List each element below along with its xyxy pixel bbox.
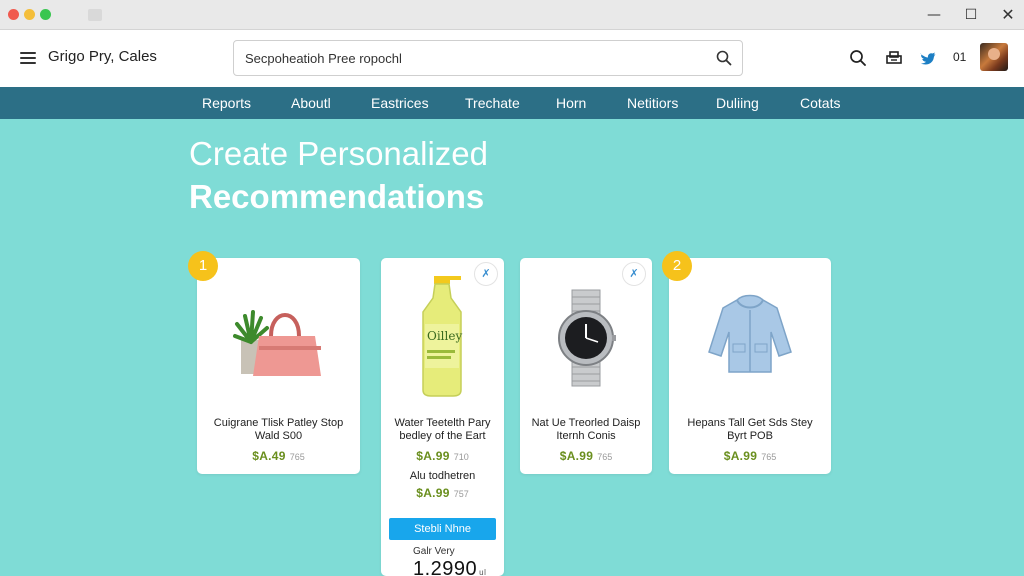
hero-title-line2: Recommendations bbox=[189, 178, 485, 215]
minimize-dot-icon[interactable] bbox=[24, 9, 35, 20]
secondary-price: $A.99 bbox=[416, 486, 450, 500]
old-price: 765 bbox=[289, 452, 305, 462]
product-card[interactable]: ✗ Nat Ue Treorled Daisp Iternh Conis $A.… bbox=[520, 258, 652, 474]
secondary-price-row: $A.99 757 bbox=[381, 486, 504, 500]
secondary-title: Alu todhetren bbox=[409, 470, 476, 482]
zoom-dot-icon[interactable] bbox=[40, 9, 51, 20]
twitter-icon[interactable] bbox=[917, 48, 937, 68]
svg-text:Oilley: Oilley bbox=[427, 329, 462, 343]
nav-item-about[interactable]: Aboutl bbox=[291, 95, 331, 111]
nav-item-cotats[interactable]: Cotats bbox=[800, 95, 840, 111]
old-price: 765 bbox=[761, 452, 777, 462]
product-price: $A.99 bbox=[416, 449, 450, 463]
favorite-icon[interactable]: ✗ bbox=[474, 262, 498, 286]
price-row: $A.99 765 bbox=[669, 449, 831, 463]
avatar[interactable] bbox=[980, 43, 1008, 71]
old-price: 710 bbox=[453, 452, 469, 462]
jacket-image bbox=[708, 294, 792, 373]
window-titlebar: — ☐ ✕ bbox=[0, 0, 1024, 30]
product-card[interactable]: Cuigrane Tlisk Patley Stop Wald S00 $A.4… bbox=[197, 258, 360, 474]
secondary-old-price: 757 bbox=[453, 489, 469, 499]
close-button[interactable]: ✕ bbox=[997, 4, 1019, 26]
product-price: $A.99 bbox=[559, 449, 594, 463]
product-subtitle: Iternh Conis bbox=[556, 430, 616, 442]
nav-item-netitiors[interactable]: Netitiors bbox=[627, 95, 678, 111]
notification-count[interactable]: 01 bbox=[953, 50, 966, 64]
product-title: Nat Ue Treorled Daisp bbox=[531, 417, 641, 429]
nav-item-eastrices[interactable]: Eastrices bbox=[371, 95, 429, 111]
quantity-label: Galr Very bbox=[413, 546, 455, 557]
brand-name[interactable]: Grigo Pry, Cales bbox=[48, 48, 157, 65]
quantity-value: 1.2990 ul bbox=[413, 558, 486, 576]
oil-bottle-image: Oilley bbox=[422, 276, 462, 397]
product-price: $A.99 bbox=[723, 449, 758, 463]
product-card[interactable]: Hepans Tall Get Sds Stey Byrt POB $A.99 7… bbox=[669, 258, 831, 474]
quantity-unit: ul bbox=[479, 568, 487, 576]
nav-item-trechate[interactable]: Trechate bbox=[465, 95, 520, 111]
old-price: 765 bbox=[597, 452, 613, 462]
product-card[interactable]: ✗ Oilley Water Teetelth Pary bedley of t… bbox=[381, 258, 504, 576]
rank-badge: 1 bbox=[188, 251, 218, 281]
product-price: $A.49 bbox=[252, 449, 286, 463]
search-icon[interactable] bbox=[716, 50, 732, 66]
search-icon[interactable] bbox=[848, 48, 868, 68]
product-subtitle: Wald S00 bbox=[254, 430, 303, 442]
app-header: Grigo Pry, Cales Secpoheatioh Pree ropoc… bbox=[0, 30, 1024, 87]
watch-image bbox=[558, 289, 616, 387]
main-nav: Reports Aboutl Eastrices Trechate Horn N… bbox=[0, 87, 1024, 119]
nav-item-horn[interactable]: Horn bbox=[556, 95, 586, 111]
handbag-image bbox=[233, 310, 321, 376]
product-title: Hepans Tall Get Sds Stey bbox=[687, 417, 813, 429]
print-icon[interactable] bbox=[884, 48, 904, 68]
menu-icon[interactable] bbox=[20, 52, 36, 64]
product-subtitle: bedley of the Eart bbox=[399, 430, 486, 442]
minimize-button[interactable]: — bbox=[923, 4, 945, 26]
nav-item-reports[interactable]: Reports bbox=[202, 95, 251, 111]
search-input-value[interactable]: Secpoheatioh Pree ropochl bbox=[245, 51, 402, 66]
rank-badge: 2 bbox=[662, 251, 692, 281]
price-row: $A.99 710 bbox=[381, 449, 504, 463]
shop-now-button[interactable]: Stebli Nhne bbox=[389, 518, 496, 540]
favorite-icon[interactable]: ✗ bbox=[622, 262, 646, 286]
quantity-number: 1.2990 bbox=[413, 558, 478, 576]
tab-icon[interactable] bbox=[88, 9, 102, 21]
price-row: $A.99 765 bbox=[520, 449, 652, 463]
product-subtitle: Byrt POB bbox=[727, 430, 773, 442]
product-title: Cuigrane Tlisk Patley Stop bbox=[213, 417, 344, 429]
price-row: $A.49 765 bbox=[197, 449, 360, 463]
maximize-button[interactable]: ☐ bbox=[960, 4, 982, 26]
close-dot-icon[interactable] bbox=[8, 9, 19, 20]
product-title: Water Teetelth Pary bbox=[394, 417, 491, 429]
search-input[interactable]: Secpoheatioh Pree ropochl bbox=[233, 40, 743, 76]
nav-item-duliing[interactable]: Duliing bbox=[716, 95, 759, 111]
hero-title-line1: Create Personalized bbox=[189, 135, 488, 172]
